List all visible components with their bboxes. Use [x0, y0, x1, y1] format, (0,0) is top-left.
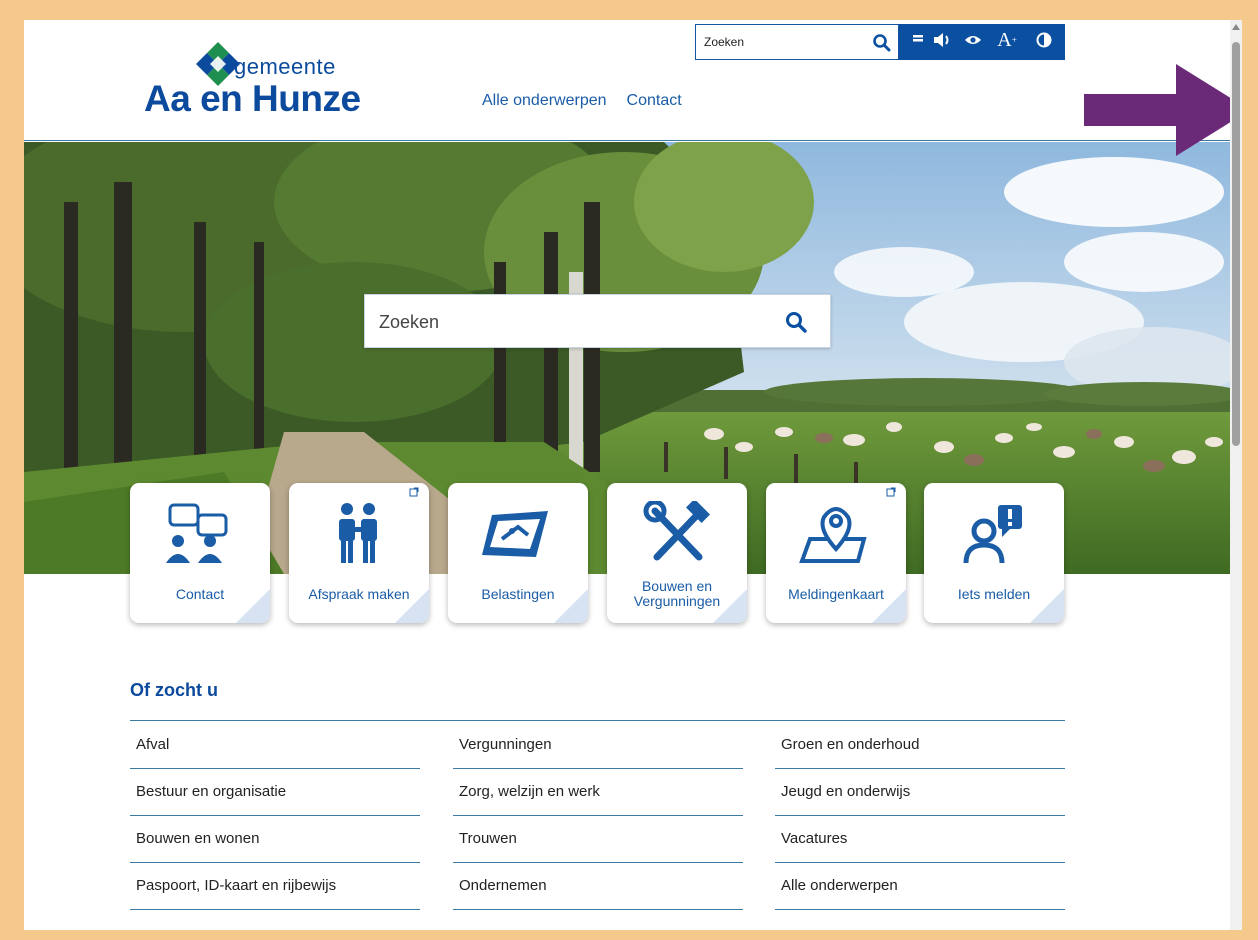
search-icon[interactable]	[784, 310, 808, 334]
topic-link[interactable]: Trouwen	[453, 816, 743, 863]
eye-icon[interactable]	[959, 24, 987, 56]
external-link-icon	[409, 487, 419, 497]
tile-corner-accent	[554, 589, 588, 623]
topic-column: Groen en onderhoud Jeugd en onderwijs Va…	[775, 722, 1065, 910]
topic-link[interactable]: Jeugd en onderwijs	[775, 769, 1065, 816]
tile-iets-melden[interactable]: Iets melden	[924, 483, 1064, 623]
topic-link[interactable]: Paspoort, ID-kaart en rijbewijs	[130, 863, 420, 910]
tile-corner-accent	[1030, 589, 1064, 623]
appointment-icon	[339, 503, 377, 563]
topic-column: Afval Bestuur en organisatie Bouwen en w…	[130, 722, 420, 910]
topic-link[interactable]: Ondernemen	[453, 863, 743, 910]
report-person-icon	[963, 505, 1022, 564]
scrollbar-thumb[interactable]	[1232, 42, 1240, 446]
map-pin-icon	[799, 507, 867, 563]
header-divider	[24, 140, 1230, 141]
main-navigation: Alle onderwerpen Contact	[482, 92, 682, 110]
tax-card-icon	[482, 511, 548, 557]
topic-column: Vergunningen Zorg, welzijn en werk Trouw…	[453, 722, 743, 910]
header-search-input[interactable]: Zoeken	[695, 24, 899, 60]
topic-link[interactable]: Vacatures	[775, 816, 1065, 863]
topic-link[interactable]: Vergunningen	[453, 722, 743, 769]
site-logo[interactable]: gemeente Aa en Hunze	[144, 40, 404, 119]
topic-link[interactable]: Zorg, welzijn en werk	[453, 769, 743, 816]
logo-subtitle: gemeente	[234, 54, 336, 79]
tile-corner-accent	[713, 589, 747, 623]
browser-viewport: gemeente Aa en Hunze Zoeken A + Alle onde…	[24, 20, 1230, 930]
text-size-icon[interactable]: A +	[991, 24, 1023, 56]
topic-link[interactable]: Alle onderwerpen	[775, 863, 1065, 910]
logo-title: Aa en Hunze	[144, 78, 361, 119]
section-title: Of zocht u	[130, 680, 218, 700]
contrast-icon[interactable]	[1029, 24, 1059, 56]
speaker-icon[interactable]	[929, 24, 957, 56]
topic-link[interactable]: Groen en onderhoud	[775, 722, 1065, 769]
scroll-up-arrow-icon[interactable]	[1232, 24, 1240, 30]
tile-corner-accent	[236, 589, 270, 623]
tile-corner-accent	[872, 589, 906, 623]
tile-belastingen[interactable]: Belastingen	[448, 483, 588, 623]
topic-link[interactable]: Afval	[130, 722, 420, 769]
menu-icon[interactable]	[905, 24, 931, 56]
accessibility-toolbar: A +	[899, 24, 1065, 60]
tile-label-line1: Bouwen en	[641, 578, 713, 594]
topic-link[interactable]: Bestuur en organisatie	[130, 769, 420, 816]
text-size-label: A	[997, 28, 1012, 51]
annotation-arrow-icon	[1084, 64, 1230, 156]
section-divider	[130, 720, 1065, 721]
hero-search-placeholder: Zoeken	[379, 312, 440, 332]
tile-afspraak-maken[interactable]: Afspraak maken	[289, 483, 429, 623]
nav-link-all-topics[interactable]: Alle onderwerpen	[482, 92, 607, 110]
header-search-placeholder: Zoeken	[704, 35, 745, 49]
nav-link-contact[interactable]: Contact	[627, 92, 682, 110]
search-icon[interactable]	[872, 33, 892, 53]
tile-meldingenkaart[interactable]: Meldingenkaart	[766, 483, 906, 623]
tile-label-line2: Vergunningen	[633, 593, 721, 609]
hammer-wrench-icon	[643, 501, 711, 561]
external-link-icon	[886, 487, 896, 497]
tile-contact[interactable]: Contact	[130, 483, 270, 623]
tile-corner-accent	[395, 589, 429, 623]
topic-link[interactable]: Bouwen en wonen	[130, 816, 420, 863]
hero-search-input[interactable]: Zoeken	[364, 294, 831, 348]
contact-people-icon	[166, 503, 228, 563]
tile-bouwen-en-vergunningen[interactable]: Bouwen en Vergunningen	[607, 483, 747, 623]
vertical-scrollbar[interactable]	[1230, 20, 1242, 930]
